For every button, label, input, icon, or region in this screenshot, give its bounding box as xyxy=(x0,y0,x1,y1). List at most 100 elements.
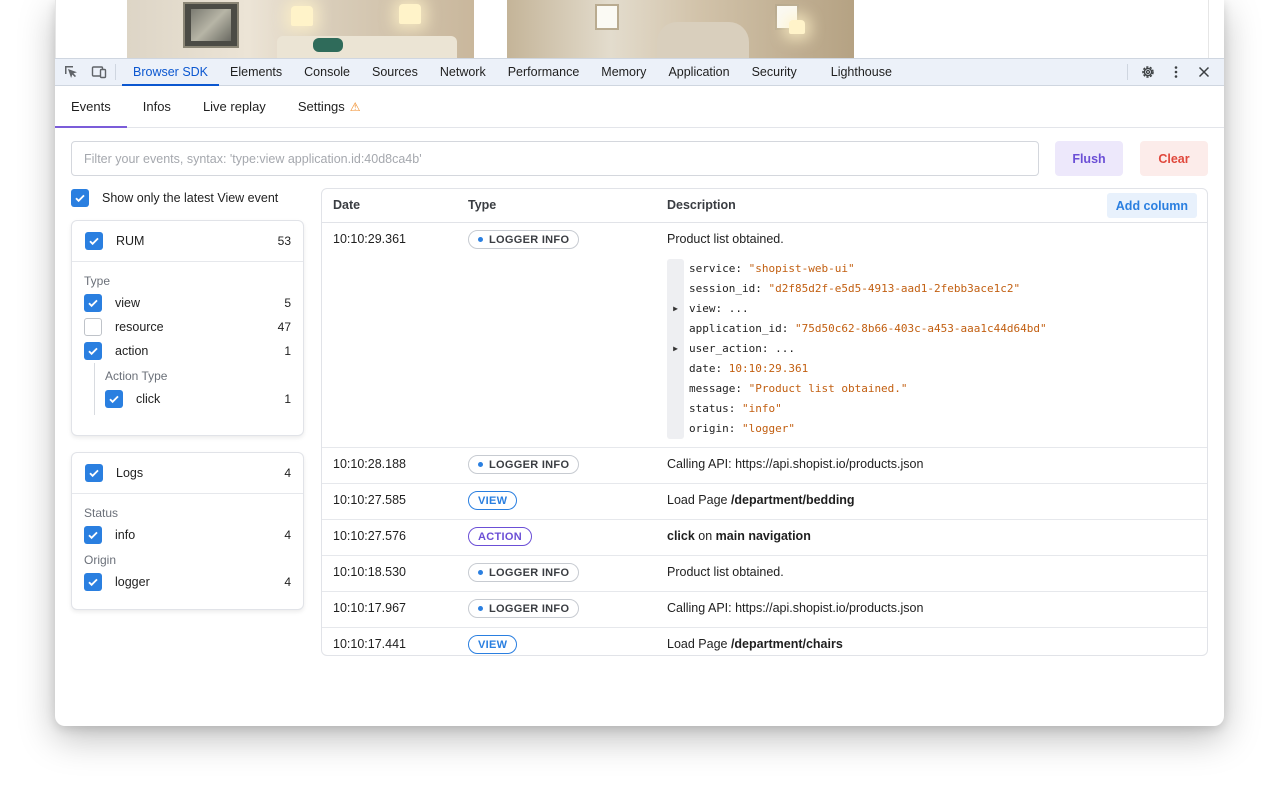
browser-window: Browser SDK Elements Console Sources Net… xyxy=(55,0,1224,726)
device-toolbar-icon[interactable] xyxy=(91,64,107,80)
event-filter-input[interactable] xyxy=(71,141,1039,176)
filter-label: view xyxy=(115,296,141,310)
expand-arrow-icon[interactable]: ▶ xyxy=(667,339,684,359)
filter-count: 4 xyxy=(284,575,291,589)
warning-icon: ⚠ xyxy=(349,99,361,114)
filter-label: click xyxy=(136,392,161,406)
action-type-title: Action Type xyxy=(105,369,168,383)
column-header-type[interactable]: Type xyxy=(468,198,496,212)
subtab-events[interactable]: Events xyxy=(55,86,127,128)
json-value: "logger" xyxy=(741,422,795,435)
json-line[interactable]: ▶ user_action: ... xyxy=(673,339,795,359)
lamp xyxy=(789,20,805,34)
checkmark-icon xyxy=(88,299,98,308)
click-checkbox[interactable] xyxy=(105,390,123,408)
clear-button[interactable]: Clear xyxy=(1140,141,1208,176)
filter-label: resource xyxy=(115,320,164,334)
expand-arrow-icon[interactable]: ▶ xyxy=(667,299,684,319)
table-row[interactable]: 10:10:28.188 LOGGER INFO Calling API: ht… xyxy=(322,448,1207,484)
filter-row-action[interactable]: action 1 xyxy=(72,339,303,363)
subtab-settings[interactable]: Settings ⚠ xyxy=(282,86,377,127)
tab-elements[interactable]: Elements xyxy=(219,59,293,86)
tab-memory[interactable]: Memory xyxy=(590,59,657,86)
logger-checkbox[interactable] xyxy=(84,573,102,591)
tab-console[interactable]: Console xyxy=(293,59,361,86)
column-header-description[interactable]: Description xyxy=(667,198,736,212)
filter-row-view[interactable]: view 5 xyxy=(72,291,303,315)
more-options-icon[interactable] xyxy=(1162,62,1190,82)
logs-filter-panel: Logs 4 Status info 4 Origin logger 4 xyxy=(71,452,304,610)
resource-checkbox[interactable] xyxy=(84,318,102,336)
logs-count: 4 xyxy=(284,466,291,480)
info-checkbox[interactable] xyxy=(84,526,102,544)
event-type-badge: LOGGER INFO xyxy=(468,455,580,474)
filter-count: 4 xyxy=(284,528,291,542)
close-icon[interactable] xyxy=(1190,62,1218,82)
json-line[interactable]: ▶ view: ... xyxy=(673,299,749,319)
subtab-settings-label: Settings xyxy=(297,98,345,114)
table-row[interactable]: 10:10:27.585 VIEW Load Page /department/… xyxy=(322,484,1207,520)
logs-checkbox[interactable] xyxy=(85,464,103,482)
event-type-badge: VIEW xyxy=(468,635,518,654)
table-row[interactable]: 10:10:18.530 LOGGER INFO Product list ob… xyxy=(322,556,1207,592)
tab-network[interactable]: Network xyxy=(429,59,497,86)
view-checkbox[interactable] xyxy=(84,294,102,312)
event-type-cell: LOGGER INFO xyxy=(468,230,580,249)
subtab-live-replay[interactable]: Live replay xyxy=(187,86,282,127)
product-photo-bedroom-2[interactable] xyxy=(507,0,854,58)
wall-art xyxy=(183,2,239,48)
devtools-actions xyxy=(1127,62,1224,82)
checkmark-icon xyxy=(88,578,98,587)
logs-panel-header: Logs 4 xyxy=(72,453,303,494)
action-checkbox[interactable] xyxy=(84,342,102,360)
flush-button[interactable]: Flush xyxy=(1055,141,1123,176)
action-type-subgroup: Action Type click 1 xyxy=(94,363,303,415)
latest-view-checkbox[interactable] xyxy=(71,189,89,207)
table-row[interactable]: 10:10:27.576 ACTION click on main naviga… xyxy=(322,520,1207,556)
latest-view-toggle[interactable]: Show only the latest View event xyxy=(71,189,278,207)
pillow xyxy=(313,38,343,52)
filter-row-info[interactable]: info 4 xyxy=(72,523,303,547)
checkmark-icon xyxy=(109,395,119,404)
filter-row-click[interactable]: click 1 xyxy=(95,387,303,411)
rum-checkbox[interactable] xyxy=(85,232,103,250)
tab-browser-sdk[interactable]: Browser SDK xyxy=(122,59,220,86)
filter-row-resource[interactable]: resource 47 xyxy=(72,315,303,339)
filter-row-logger[interactable]: logger 4 xyxy=(72,570,303,594)
filter-label: logger xyxy=(115,575,150,589)
tab-performance[interactable]: Performance xyxy=(497,59,591,86)
event-type-cell: LOGGER INFO xyxy=(468,455,580,474)
desc-page-path: /department/chairs xyxy=(730,637,843,651)
add-column-button[interactable]: Add column xyxy=(1106,193,1197,218)
table-row[interactable]: 10:10:17.441 VIEW Load Page /department/… xyxy=(322,628,1207,655)
tab-application[interactable]: Application xyxy=(657,59,740,86)
json-line: service: "shopist-web-ui" xyxy=(689,259,855,279)
column-header-date[interactable]: Date xyxy=(333,198,360,212)
checkmark-icon xyxy=(89,469,99,478)
filter-count: 1 xyxy=(284,392,291,406)
toolbar-divider xyxy=(115,64,116,80)
event-description: Calling API: https://api.shopist.io/prod… xyxy=(667,457,924,471)
origin-group-title: Origin xyxy=(84,553,117,567)
product-photo-bedroom-1[interactable] xyxy=(127,0,474,58)
event-date: 10:10:27.585 xyxy=(333,493,406,507)
bed xyxy=(277,36,457,58)
tab-lighthouse[interactable]: Lighthouse xyxy=(820,59,903,86)
type-group-title: Type xyxy=(84,274,111,288)
table-row[interactable]: 10:10:29.361 LOGGER INFO Product list ob… xyxy=(322,223,1207,448)
inspect-element-icon[interactable] xyxy=(63,64,79,80)
json-key: date: xyxy=(689,362,729,375)
desc-page-path: /department/bedding xyxy=(730,493,855,507)
desc-text: on xyxy=(694,529,716,543)
tab-sources[interactable]: Sources xyxy=(361,59,429,86)
desc-text: Load Page xyxy=(667,637,731,651)
tab-security[interactable]: Security xyxy=(741,59,808,86)
checkmark-icon xyxy=(75,194,85,203)
subtab-infos[interactable]: Infos xyxy=(127,86,187,127)
event-type-cell: ACTION xyxy=(468,527,532,546)
json-line: message: "Product list obtained." xyxy=(689,379,908,399)
event-date: 10:10:28.188 xyxy=(333,457,406,471)
json-value: "Product list obtained." xyxy=(748,382,908,395)
table-row[interactable]: 10:10:17.967 LOGGER INFO Calling API: ht… xyxy=(322,592,1207,628)
settings-gear-icon[interactable] xyxy=(1134,62,1162,82)
